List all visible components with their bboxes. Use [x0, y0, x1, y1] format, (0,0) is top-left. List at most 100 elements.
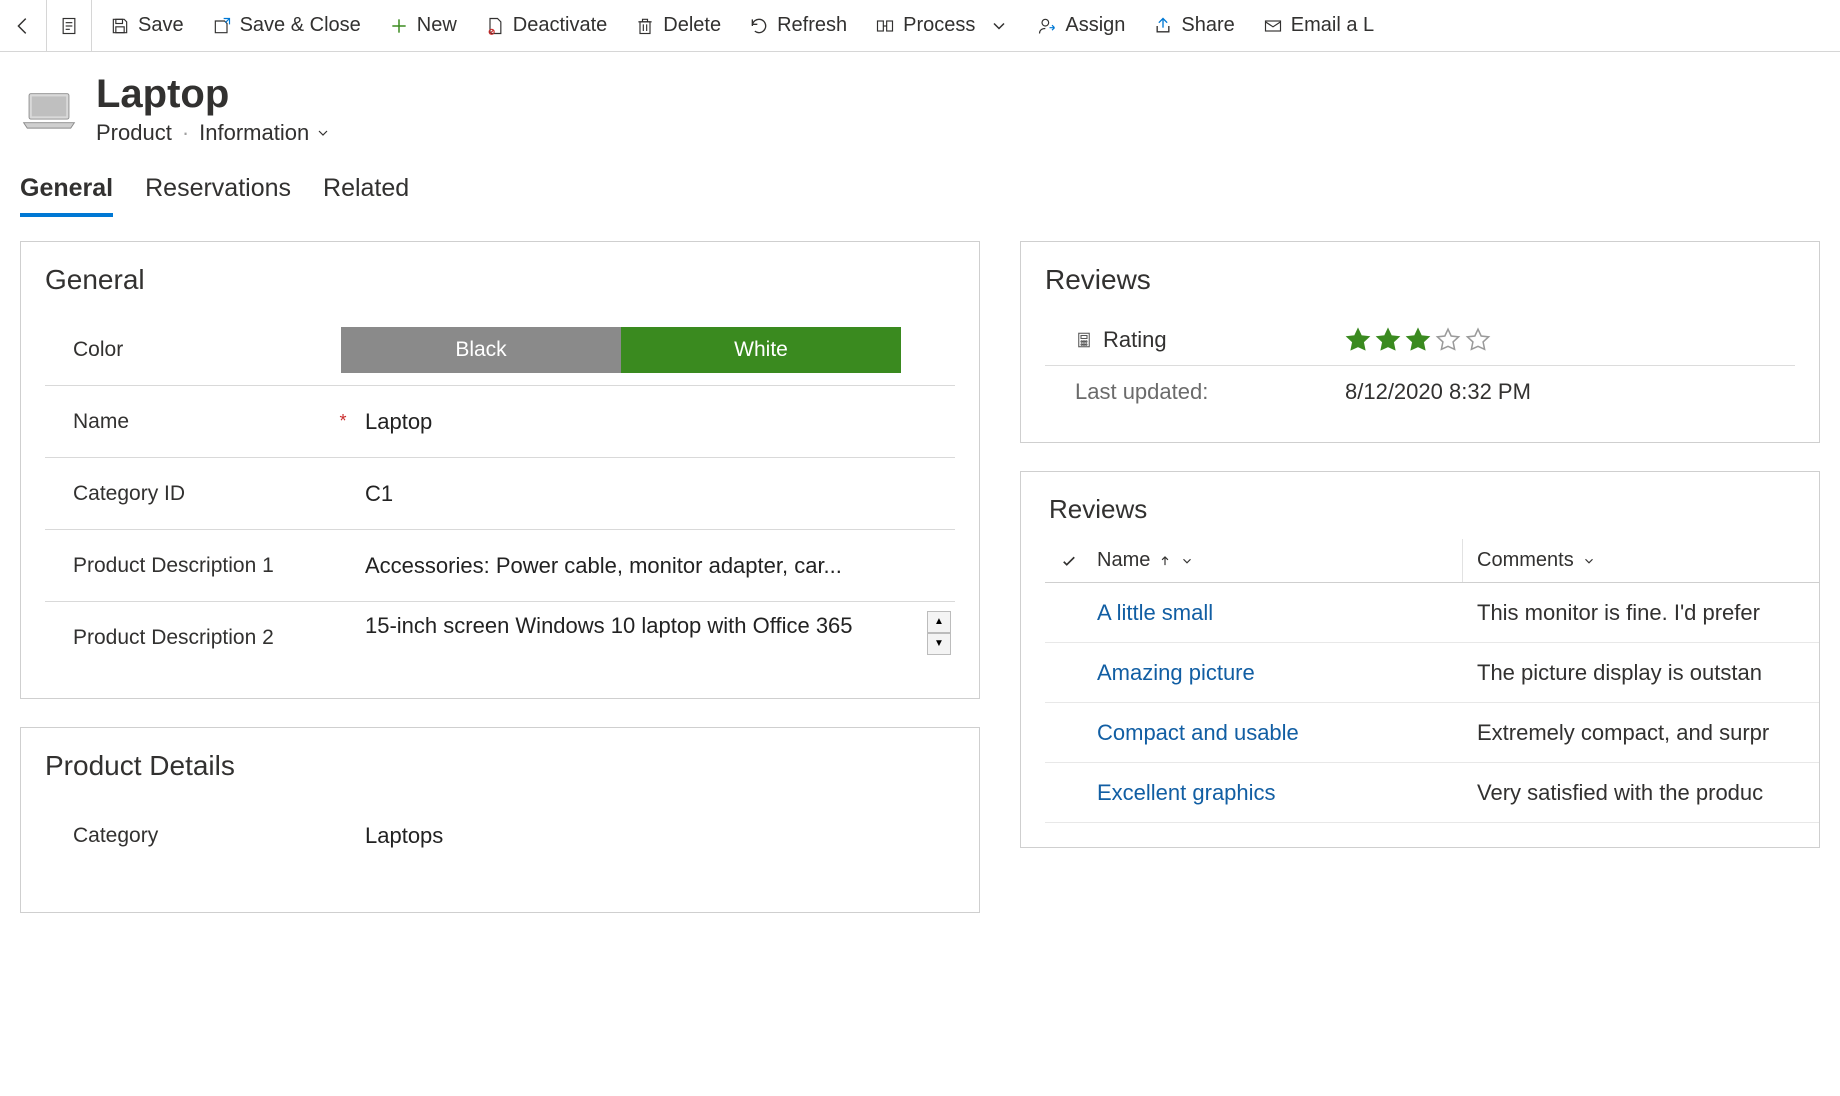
refresh-label: Refresh	[777, 14, 847, 37]
desc2-field[interactable]: 15-inch screen Windows 10 laptop with Of…	[365, 611, 951, 665]
new-button[interactable]: New	[389, 14, 457, 37]
review-name-link[interactable]: A little small	[1097, 600, 1213, 625]
assign-icon	[1037, 16, 1057, 36]
product-details-section: Product Details Category Laptops	[20, 727, 980, 913]
email-link-label: Email a L	[1291, 14, 1374, 37]
refresh-icon	[749, 16, 769, 36]
save-close-button[interactable]: Save & Close	[212, 14, 361, 37]
new-label: New	[417, 14, 457, 37]
email-link-button[interactable]: Email a L	[1263, 14, 1374, 37]
tab-general[interactable]: General	[20, 174, 113, 217]
color-option-black[interactable]: Black	[341, 327, 621, 373]
section-title: Reviews	[1045, 264, 1795, 296]
reviews-grid-section: Reviews Name Comments A little small This…	[1020, 471, 1820, 848]
chevron-down-icon	[315, 125, 331, 141]
star-filled-icon	[1375, 327, 1401, 353]
back-icon	[12, 15, 34, 37]
column-header-name[interactable]: Name	[1093, 539, 1463, 582]
sort-asc-icon	[1158, 554, 1172, 568]
chevron-down-icon	[989, 16, 1009, 36]
clipboard-icon	[59, 16, 79, 36]
section-title: Product Details	[45, 750, 955, 782]
save-icon	[110, 16, 130, 36]
back-button[interactable]	[0, 0, 47, 51]
save-close-label: Save & Close	[240, 14, 361, 37]
deactivate-icon	[485, 16, 505, 36]
categoryid-label: Category ID	[45, 482, 325, 506]
general-section: General Color Black White Name * Laptop …	[20, 241, 980, 699]
share-button[interactable]: Share	[1153, 14, 1234, 37]
process-button[interactable]: Process	[875, 14, 1009, 37]
review-comments: Extremely compact, and surpr	[1463, 720, 1819, 746]
tab-related[interactable]: Related	[323, 174, 409, 217]
form-name: Information	[199, 120, 309, 146]
desc1-label: Product Description 1	[45, 554, 325, 578]
table-row[interactable]: Excellent graphics Very satisfied with th…	[1045, 763, 1819, 823]
spinner-down[interactable]: ▼	[927, 633, 951, 655]
review-comments: This monitor is fine. I'd prefer	[1463, 600, 1819, 626]
save-close-icon	[212, 16, 232, 36]
review-comments: The picture display is outstan	[1463, 660, 1819, 686]
assign-button[interactable]: Assign	[1037, 14, 1125, 37]
table-row[interactable]: A little small This monitor is fine. I'd …	[1045, 583, 1819, 643]
categoryid-field[interactable]: C1	[361, 473, 955, 515]
tab-reservations[interactable]: Reservations	[145, 174, 291, 217]
name-field[interactable]: Laptop	[361, 401, 955, 443]
star-filled-icon	[1405, 327, 1431, 353]
star-filled-icon	[1345, 327, 1371, 353]
calculator-icon	[1075, 331, 1093, 349]
section-title: Reviews	[1045, 494, 1819, 525]
mail-icon	[1263, 16, 1283, 36]
delete-label: Delete	[663, 14, 721, 37]
share-icon	[1153, 16, 1173, 36]
required-indicator: *	[337, 411, 349, 432]
category-label: Category	[45, 824, 325, 848]
review-name-link[interactable]: Excellent graphics	[1097, 780, 1276, 805]
column-header-comments[interactable]: Comments	[1463, 549, 1819, 572]
reviews-summary-section: Reviews Rating Last updated: 8/12/2020 8…	[1020, 241, 1820, 443]
review-name-link[interactable]: Compact and usable	[1097, 720, 1299, 745]
check-icon	[1060, 552, 1078, 570]
deactivate-label: Deactivate	[513, 14, 608, 37]
entity-label: Product	[96, 120, 172, 146]
laptop-icon	[20, 88, 78, 132]
table-row[interactable]: Compact and usable Extremely compact, and…	[1045, 703, 1819, 763]
category-field[interactable]: Laptops	[361, 815, 955, 857]
record-header: Laptop Product · Information	[0, 52, 1840, 154]
separator-dot: ·	[182, 120, 189, 146]
record-thumbnail	[20, 88, 78, 132]
refresh-button[interactable]: Refresh	[749, 14, 847, 37]
process-label: Process	[903, 14, 975, 37]
process-icon	[875, 16, 895, 36]
save-button[interactable]: Save	[110, 14, 184, 37]
review-comments: Very satisfied with the produc	[1463, 780, 1819, 806]
form-selector[interactable]: Information	[199, 120, 331, 146]
review-name-link[interactable]: Amazing picture	[1097, 660, 1255, 685]
last-updated-value: 8/12/2020 8:32 PM	[1345, 379, 1795, 405]
name-label: Name	[45, 410, 325, 434]
record-title: Laptop	[96, 74, 331, 114]
desc2-spinner: ▲ ▼	[927, 611, 951, 655]
assign-label: Assign	[1065, 14, 1125, 37]
spinner-up[interactable]: ▲	[927, 611, 951, 633]
rating-label: Rating	[1045, 327, 1345, 353]
desc1-field[interactable]: Accessories: Power cable, monitor adapte…	[361, 533, 955, 599]
plus-icon	[389, 16, 409, 36]
delete-button[interactable]: Delete	[635, 14, 721, 37]
color-label: Color	[45, 338, 325, 362]
desc2-label: Product Description 2	[45, 626, 325, 650]
rating-stars[interactable]	[1345, 327, 1795, 353]
deactivate-button[interactable]: Deactivate	[485, 14, 608, 37]
chevron-down-icon	[1180, 554, 1194, 568]
grid-header: Name Comments	[1045, 539, 1819, 583]
chevron-down-icon	[1582, 554, 1596, 568]
desc2-value: 15-inch screen Windows 10 laptop with Of…	[365, 611, 951, 665]
color-option-set: Black White	[341, 327, 901, 373]
select-all-checkbox[interactable]	[1045, 552, 1093, 570]
table-row[interactable]: Amazing picture The picture display is ou…	[1045, 643, 1819, 703]
color-option-white[interactable]: White	[621, 327, 901, 373]
trash-icon	[635, 16, 655, 36]
form-notes-button[interactable]	[47, 0, 92, 51]
command-bar: Save Save & Close New Deactivate Delete …	[0, 0, 1840, 52]
share-label: Share	[1181, 14, 1234, 37]
